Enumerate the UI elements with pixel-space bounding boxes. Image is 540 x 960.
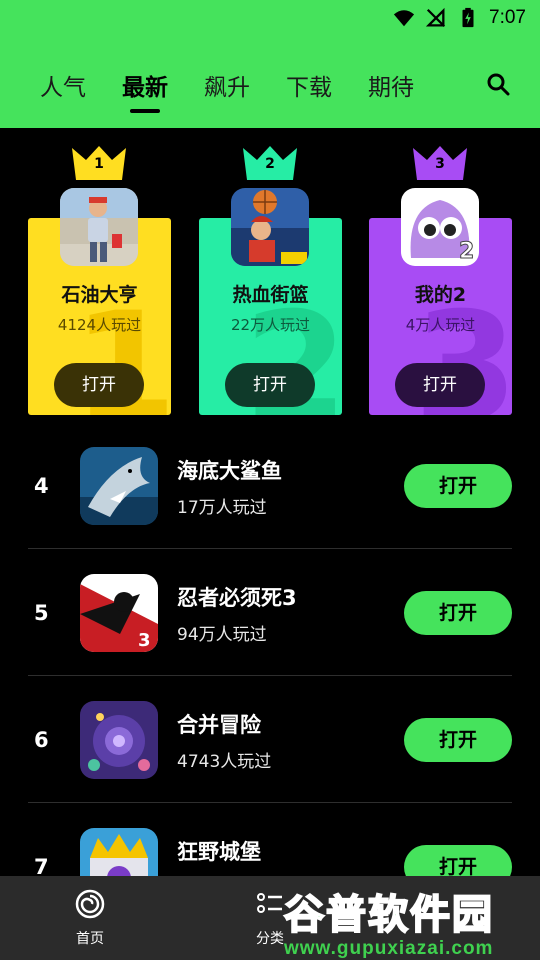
open-button[interactable]: 打开 [404, 591, 512, 635]
crown-icon: 1 [70, 146, 128, 180]
top-header: 7:07 人气 最新 飙升 下载 期待 [0, 0, 540, 128]
podium-game-name: 我的2 [414, 284, 467, 306]
list-item[interactable]: 5 3 忍者必须死3 94万人玩过 打开 [0, 549, 540, 676]
nav-home[interactable]: 首页 [50, 888, 130, 948]
svg-text:3: 3 [138, 630, 151, 651]
top-three-podium: 1 石油大亨 4124人玩过 打开 1 2 热血街篮 22万人玩过 打开 2 3… [0, 128, 540, 428]
ranking-list: 4 海底大鲨鱼 17万人玩过 打开 5 3 忍者必须死3 94万人玩过 打开 6… [0, 422, 540, 930]
play-count: 17万人玩过 [177, 498, 267, 518]
game-title: 狂野城堡 [177, 840, 261, 864]
category-list-icon [257, 893, 282, 913]
search-icon[interactable] [486, 72, 510, 96]
bottom-navigation: 首页 分类 谷普软件园 www.gupuxiazai.com [0, 876, 540, 960]
watermark-url: www.gupuxiazai.com [284, 938, 494, 959]
podium-game-name: 石油大亨 [61, 284, 138, 306]
no-signal-icon [425, 7, 446, 28]
list-item[interactable]: 4 海底大鲨鱼 17万人玩过 打开 [0, 422, 540, 549]
game-icon-moy-2[interactable]: 2 [401, 188, 479, 266]
game-icon-deep-sea-shark[interactable] [80, 447, 158, 525]
open-button[interactable]: 打开 [404, 464, 512, 508]
game-title: 忍者必须死3 [177, 586, 297, 610]
tab-download[interactable]: 下载 [286, 68, 332, 108]
crown-icon: 2 [241, 146, 299, 180]
watermark-text: 谷普软件园 [283, 891, 494, 939]
game-icon-merge-adventure[interactable] [80, 701, 158, 779]
tab-popular[interactable]: 人气 [40, 68, 86, 108]
list-item[interactable]: 6 合并冒险 4743人玩过 打开 [0, 676, 540, 803]
status-bar: 7:07 [393, 0, 540, 36]
podium-open-button[interactable]: 打开 [225, 363, 315, 407]
rank-number: 5 [34, 601, 49, 625]
wifi-icon [393, 10, 415, 27]
podium-open-button[interactable]: 打开 [395, 363, 485, 407]
game-icon-oil-tycoon[interactable] [60, 188, 138, 266]
game-title: 合并冒险 [177, 713, 261, 737]
podium-play-count: 4124人玩过 [57, 316, 142, 334]
podium-play-count: 4万人玩过 [405, 316, 476, 334]
watermark: 谷普软件园 www.gupuxiazai.com [283, 882, 534, 959]
svg-text:2: 2 [459, 239, 474, 264]
crown-rank: 2 [265, 156, 275, 172]
nav-label: 首页 [76, 931, 104, 947]
podium-play-count: 22万人玩过 [230, 316, 311, 334]
crown-icon: 3 [411, 146, 469, 180]
podium-game-name: 热血街篮 [232, 284, 309, 306]
game-icon-street-basketball[interactable] [231, 188, 309, 266]
game-title: 海底大鲨鱼 [177, 459, 282, 483]
play-count: 4743人玩过 [177, 752, 272, 772]
open-button[interactable]: 打开 [404, 718, 512, 762]
home-swirl-icon [75, 889, 105, 919]
tab-rising[interactable]: 飙升 [204, 68, 250, 108]
play-count: 94万人玩过 [177, 625, 267, 645]
status-time: 7:07 [489, 7, 526, 28]
tab-upcoming[interactable]: 期待 [368, 68, 414, 108]
rank-number: 4 [34, 474, 49, 498]
tab-bar: 人气 最新 飙升 下载 期待 [40, 68, 414, 113]
crown-rank: 3 [435, 156, 445, 172]
podium-open-button[interactable]: 打开 [54, 363, 144, 407]
tab-newest[interactable]: 最新 [122, 68, 168, 113]
battery-charging-icon [462, 7, 474, 28]
rank-number: 6 [34, 728, 49, 752]
game-icon-ninja-must-die-3[interactable]: 3 [80, 574, 158, 652]
crown-rank: 1 [94, 156, 104, 172]
